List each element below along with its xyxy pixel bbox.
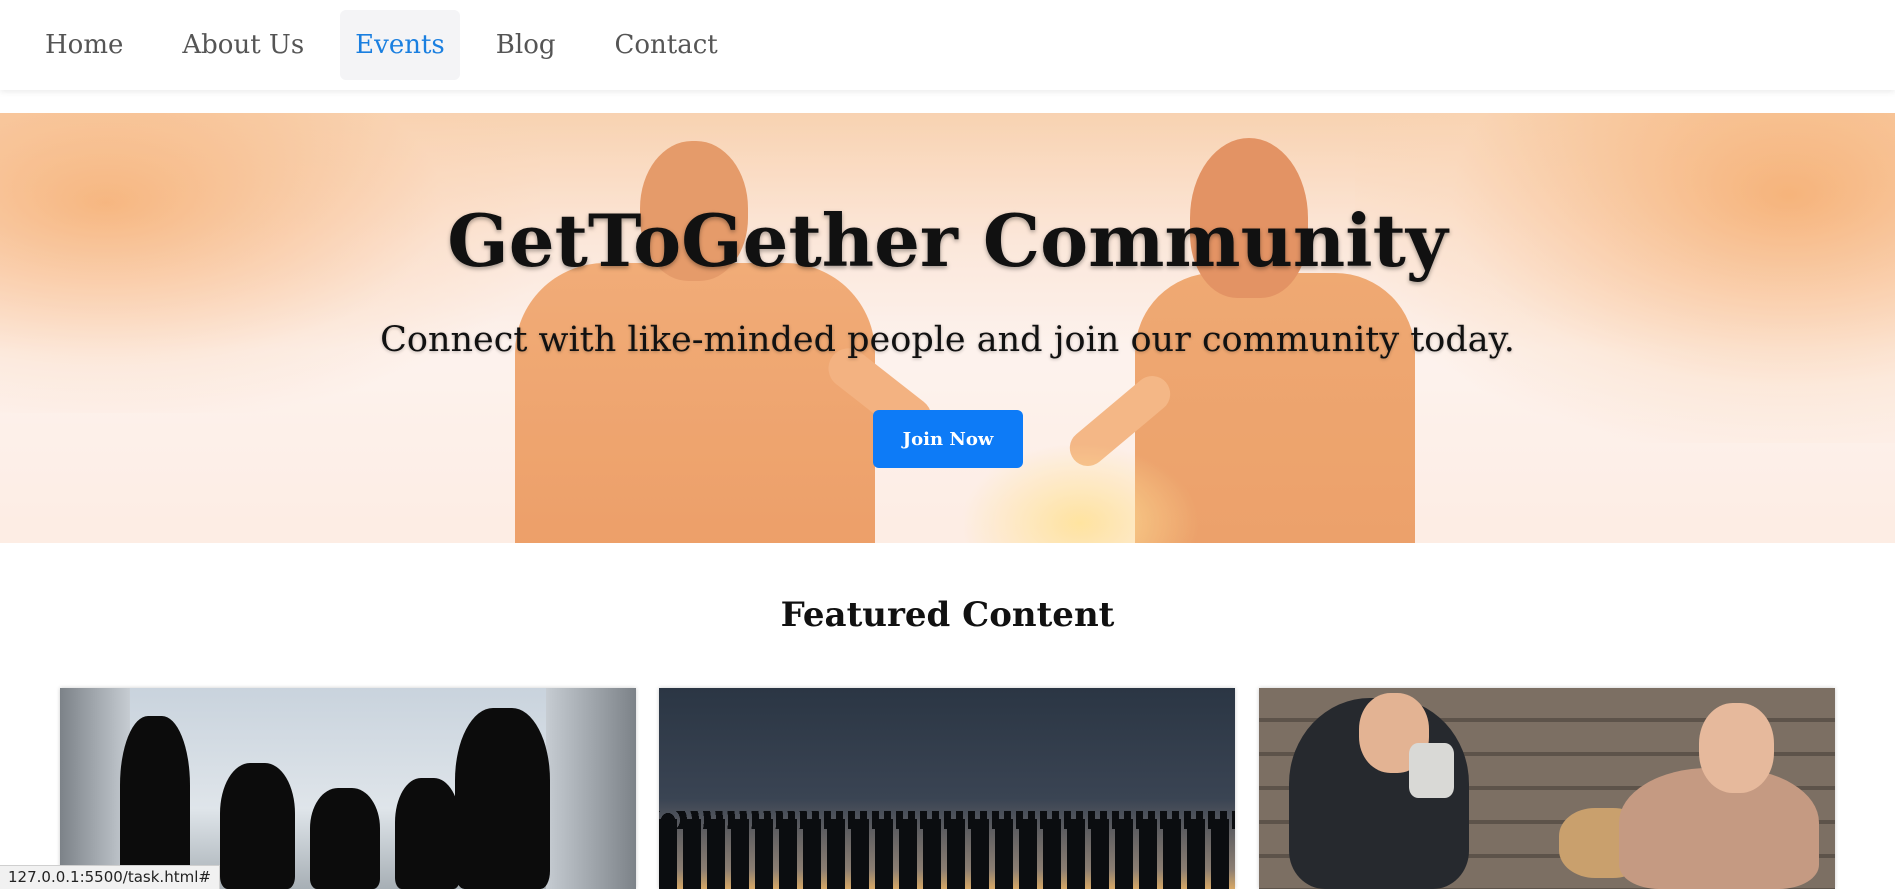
person-silhouette [220, 763, 295, 889]
featured-card-image-1[interactable] [60, 688, 636, 889]
hero-title: GetToGether Community [447, 198, 1448, 283]
nav-item-events[interactable]: Events [340, 10, 460, 80]
status-bar-url: 127.0.0.1:5500/task.html# [0, 865, 220, 889]
featured-card-image-3[interactable] [1259, 688, 1835, 889]
nav-item-about-us[interactable]: About Us [159, 10, 327, 80]
nav-item-blog[interactable]: Blog [473, 10, 579, 80]
nav-item-home[interactable]: Home [22, 10, 146, 80]
hero-content: GetToGether Community Connect with like-… [0, 113, 1895, 543]
jumping-person-silhouette [120, 716, 190, 889]
crowd-silhouette [659, 819, 1235, 889]
hero-subtitle: Connect with like-minded people and join… [380, 320, 1515, 360]
tunnel-wall-right [546, 688, 636, 889]
main-nav: Home About Us Events Blog Contact [0, 0, 1895, 90]
person-silhouette [310, 788, 380, 889]
featured-card-image-2[interactable] [659, 688, 1235, 889]
jumping-person-silhouette [455, 708, 550, 889]
coffee-mug [1409, 743, 1454, 798]
join-now-button[interactable]: Join Now [873, 410, 1023, 468]
featured-content-title: Featured Content [780, 595, 1115, 635]
hero-banner: GetToGether Community Connect with like-… [0, 113, 1895, 543]
person-silhouette [395, 778, 460, 889]
woman-face [1699, 703, 1774, 793]
nav-item-contact[interactable]: Contact [591, 10, 740, 80]
